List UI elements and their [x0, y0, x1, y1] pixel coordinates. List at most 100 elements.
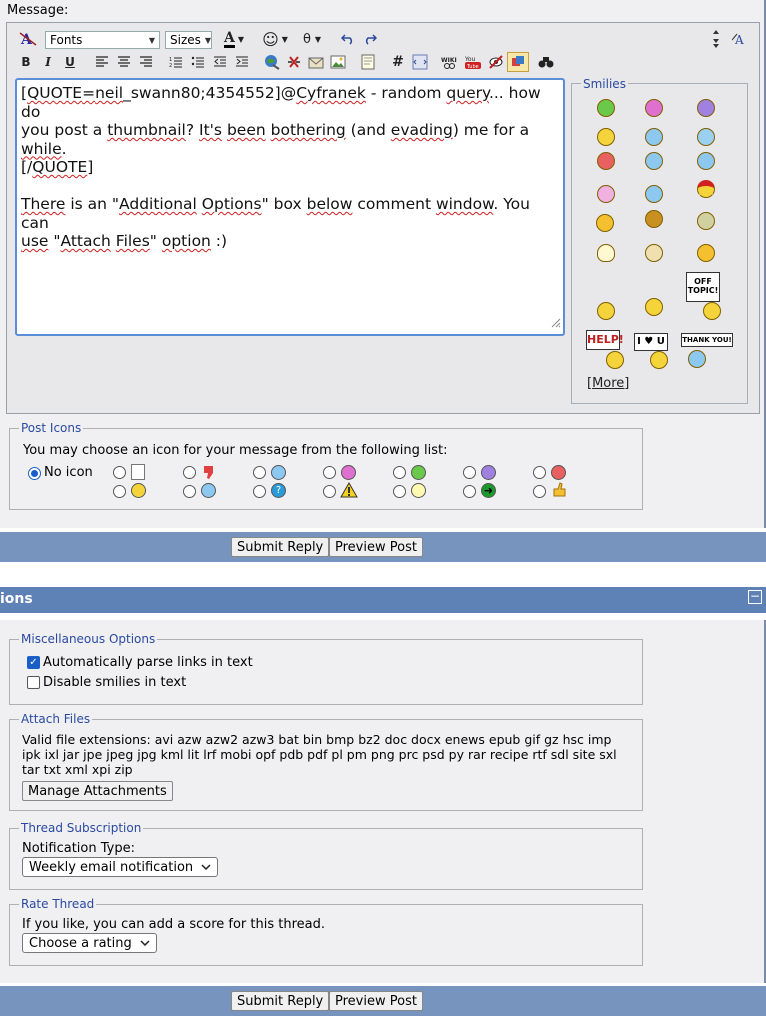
text-run: - random [365, 84, 447, 102]
post-icon-radio[interactable] [533, 485, 546, 498]
confused-smilie-icon[interactable] [645, 128, 663, 146]
spoiler-icon[interactable] [485, 52, 507, 72]
additional-options-title: ions [0, 591, 33, 607]
align-left-icon[interactable] [91, 52, 113, 72]
post-icon-radio[interactable] [323, 485, 336, 498]
message-textarea[interactable]: [QUOTE=neil_swann80;4354552]@Cyfranek - … [15, 78, 565, 336]
parse-links-checkbox[interactable]: ✓ [27, 656, 40, 669]
off-topic-smilie-icon[interactable] [703, 302, 721, 320]
remove-format-icon[interactable]: A [17, 29, 39, 49]
wrap-code-button[interactable]: # [387, 52, 409, 72]
i-love-u-sign-smilie[interactable]: I ♥ U [634, 333, 668, 351]
wiki-link-icon[interactable]: WIKI [439, 52, 461, 72]
binoculars-icon[interactable] [535, 52, 557, 72]
post-icon-radio[interactable] [113, 466, 126, 479]
post-icon-radio[interactable] [183, 485, 196, 498]
manage-attachments-button[interactable]: Manage Attachments [22, 781, 173, 801]
redo-icon[interactable] [359, 29, 381, 49]
bold-button[interactable]: B [15, 52, 37, 72]
text-line-1: [QUOTE=neil_swann80;4354552]@Cyfranek - … [21, 84, 559, 121]
align-center-icon[interactable] [113, 52, 135, 72]
grin-smilie-icon[interactable] [597, 99, 615, 117]
nerd-smilie-icon[interactable] [697, 212, 715, 230]
post-icon-radio[interactable] [463, 466, 476, 479]
special-char-button[interactable]: θ ▼ [297, 29, 327, 49]
chevron-down-icon [140, 940, 150, 946]
love-smilie-icon[interactable] [650, 351, 668, 369]
disable-smilies-checkbox[interactable] [27, 676, 40, 689]
font-select[interactable]: Fonts ▼ [45, 31, 160, 49]
remove-link-icon[interactable] [283, 52, 305, 72]
submit-reply-button[interactable]: Submit Reply [231, 991, 330, 1011]
wrap-html-icon[interactable] [409, 52, 431, 72]
rating-select[interactable]: Choose a rating [22, 933, 157, 953]
smile-pink-smilie-icon[interactable] [645, 99, 663, 117]
post-icon-radio[interactable] [183, 466, 196, 479]
text-line-2: you post a thumbnail? It's been botherin… [21, 121, 559, 158]
frown-purple-smilie-icon[interactable] [697, 99, 715, 117]
resize-editor-icon[interactable] [705, 29, 727, 49]
sunglasses-smilie-icon[interactable] [697, 152, 715, 170]
off-topic-sign-smilie[interactable]: OFF TOPIC! [686, 272, 720, 302]
switch-mode-icon[interactable]: A [729, 29, 751, 49]
more-smilies-link[interactable]: [More] [587, 376, 629, 391]
post-icons-legend: Post Icons [19, 421, 84, 435]
post-icon-radio[interactable] [253, 485, 266, 498]
thank-you-sign-smilie[interactable]: THANK YOU! [681, 333, 733, 347]
post-icon-radio[interactable] [323, 466, 336, 479]
ordered-list-icon[interactable]: 12 [165, 52, 187, 72]
insert-smilie-button[interactable]: ☺ ▼ [260, 29, 290, 49]
tongue-smilie-icon[interactable] [597, 185, 615, 203]
youtube-icon[interactable]: You Tube [462, 52, 484, 72]
thinking-smilie-icon[interactable] [645, 298, 663, 316]
insert-link-icon[interactable] [261, 52, 283, 72]
insert-email-icon[interactable] [305, 52, 327, 72]
align-right-icon[interactable] [135, 52, 157, 72]
text-run: . [61, 139, 67, 158]
wave-smilie-icon[interactable] [645, 244, 663, 262]
cool-icon [201, 483, 216, 498]
notification-type-select[interactable]: Weekly email notification [22, 857, 219, 877]
post-icon-radio[interactable] [393, 466, 406, 479]
preview-post-button[interactable]: Preview Post [329, 991, 423, 1011]
book-smilie-icon[interactable] [645, 210, 663, 228]
unordered-list-icon[interactable] [187, 52, 209, 72]
post-icon-radio[interactable] [393, 485, 406, 498]
collapse-icon[interactable]: − [748, 590, 762, 604]
text-run: been [226, 121, 266, 139]
italic-button[interactable]: I [37, 52, 59, 72]
post-icon-radio[interactable] [253, 466, 266, 479]
highlight-icon[interactable] [507, 52, 529, 72]
resize-grip-icon[interactable] [549, 314, 561, 333]
insert-image-icon[interactable] [327, 52, 349, 72]
eek-smilie-icon[interactable] [697, 128, 715, 146]
file-extensions-line: tar txt xml xpi zip [22, 762, 133, 777]
font-select-value: Fonts [50, 33, 83, 47]
no-icon-radio[interactable] [28, 467, 41, 480]
submit-reply-button[interactable]: Submit Reply [231, 537, 330, 557]
thumbs-up-smilie-icon[interactable] [597, 302, 615, 320]
text-color-button[interactable]: A ▼ [219, 29, 249, 49]
preview-post-button[interactable]: Preview Post [329, 537, 423, 557]
cool-blue-smilie-icon[interactable] [645, 152, 663, 170]
idea-bulb-smilie-icon[interactable] [597, 244, 615, 262]
underline-button[interactable]: U [59, 52, 81, 72]
post-icon-radio[interactable] [533, 466, 546, 479]
outdent-icon[interactable] [209, 52, 231, 72]
post-icon-radio[interactable] [463, 485, 476, 498]
thank-you-smilie-icon[interactable] [688, 350, 706, 368]
santa-smilie-icon[interactable] [697, 180, 715, 198]
mad-smilie-icon[interactable] [597, 152, 615, 170]
size-select[interactable]: Sizes ▼ [165, 31, 212, 49]
smile-smilie-icon[interactable] [597, 128, 615, 146]
undo-icon[interactable] [337, 29, 359, 49]
reading-smilie-icon[interactable] [596, 214, 614, 232]
help-sign-smilie[interactable]: HELP! [586, 330, 624, 350]
wink-smilie-icon[interactable] [645, 185, 663, 203]
sleeping-smilie-icon[interactable] [697, 244, 715, 262]
smilies-title: Smilies [581, 77, 628, 91]
post-icon-radio[interactable] [113, 485, 126, 498]
indent-icon[interactable] [231, 52, 253, 72]
help-smilie-icon[interactable] [606, 351, 624, 369]
wrap-quote-icon[interactable] [357, 52, 379, 72]
